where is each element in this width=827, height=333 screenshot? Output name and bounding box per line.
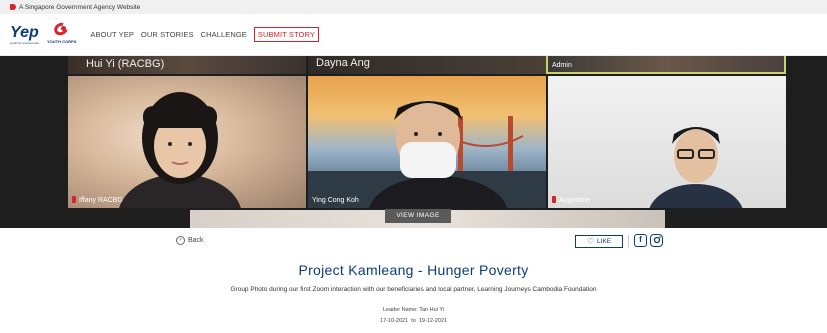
zoom-tile-top-right-name: Admin [552, 62, 572, 69]
zoom-tile-top-right: Admin [546, 56, 786, 74]
gov-masthead: A Singapore Government Agency Website [0, 0, 827, 14]
person-photo-right [649, 127, 743, 208]
story-actions: ‹ Back ♡ LIKE f [0, 232, 827, 252]
heart-icon: ♡ [586, 237, 595, 246]
like-button[interactable]: ♡ LIKE [575, 235, 623, 248]
nav-about-yep[interactable]: ABOUT YEP [90, 30, 134, 39]
instagram-icon[interactable] [650, 234, 663, 247]
nav-challenge[interactable]: CHALLENGE [201, 30, 247, 39]
masthead-text: A Singapore Government Agency Website [19, 3, 141, 11]
zoom-tile-mid-name: Ying Cong Koh [312, 197, 359, 204]
zoom-tile-left: Iffany RACBG [68, 76, 306, 208]
mic-muted-icon [552, 196, 556, 203]
story-caption: Group Photo during our first Zoom intera… [230, 286, 597, 293]
zoom-tile-top-mid: Dayna Ang [308, 56, 546, 74]
nav-our-stories[interactable]: OUR STORIES [141, 30, 194, 39]
story-title: Project Kamleang - Hunger Poverty [298, 262, 529, 278]
nav-links: ABOUT YEP OUR STORIES CHALLENGE SUBMIT S… [90, 27, 319, 42]
youth-corps-logo[interactable]: YOUTH CORPS [47, 20, 77, 44]
singapore-lion-icon [10, 4, 16, 10]
zoom-tile-top-left-name: Hui Yi (RACBG) [86, 58, 165, 70]
story-dates: 17-10-2021 to 19-12-2021 [380, 318, 447, 324]
top-nav: Yep youth for environment YOUTH CORPS AB… [0, 14, 827, 56]
view-image-button[interactable]: VIEW IMAGE [385, 209, 451, 223]
youth-corps-wordmark: YOUTH CORPS [47, 39, 77, 44]
zoom-tile-right: Augustine [548, 76, 786, 208]
back-link[interactable]: ‹ Back [176, 236, 204, 245]
divider [628, 235, 629, 248]
mic-muted-icon [72, 196, 76, 203]
facebook-icon[interactable]: f [634, 234, 647, 247]
story-hero-image[interactable]: Hui Yi (RACBG) Dayna Ang Admin Iffany RA… [0, 56, 827, 228]
zoom-tile-top-mid-name: Dayna Ang [316, 57, 370, 69]
back-label: Back [188, 237, 204, 244]
like-label: LIKE [597, 238, 612, 245]
person-photo-left [119, 92, 241, 208]
submit-story-button[interactable]: SUBMIT STORY [253, 27, 319, 42]
zoom-tile-top-left: Hui Yi (RACBG) [68, 56, 306, 74]
yep-logo-wordmark: Yep [10, 23, 39, 41]
zoom-tile-right-name: Augustine [552, 196, 590, 204]
yep-logo-subtitle: youth for environment [10, 40, 40, 45]
zoom-tile-left-name: Iffany RACBG [72, 196, 123, 204]
zoom-tile-mid: Ying Cong Koh [308, 76, 546, 208]
yep-logo[interactable]: Yep youth for environment [10, 23, 40, 45]
chevron-left-icon: ‹ [176, 236, 185, 245]
youth-corps-mark-icon [51, 20, 72, 38]
person-photo-mid [308, 100, 546, 208]
leader-name: Leader Name: Tan Hui Yi [382, 307, 445, 313]
story-content: Project Kamleang - Hunger Poverty Group … [0, 262, 827, 327]
